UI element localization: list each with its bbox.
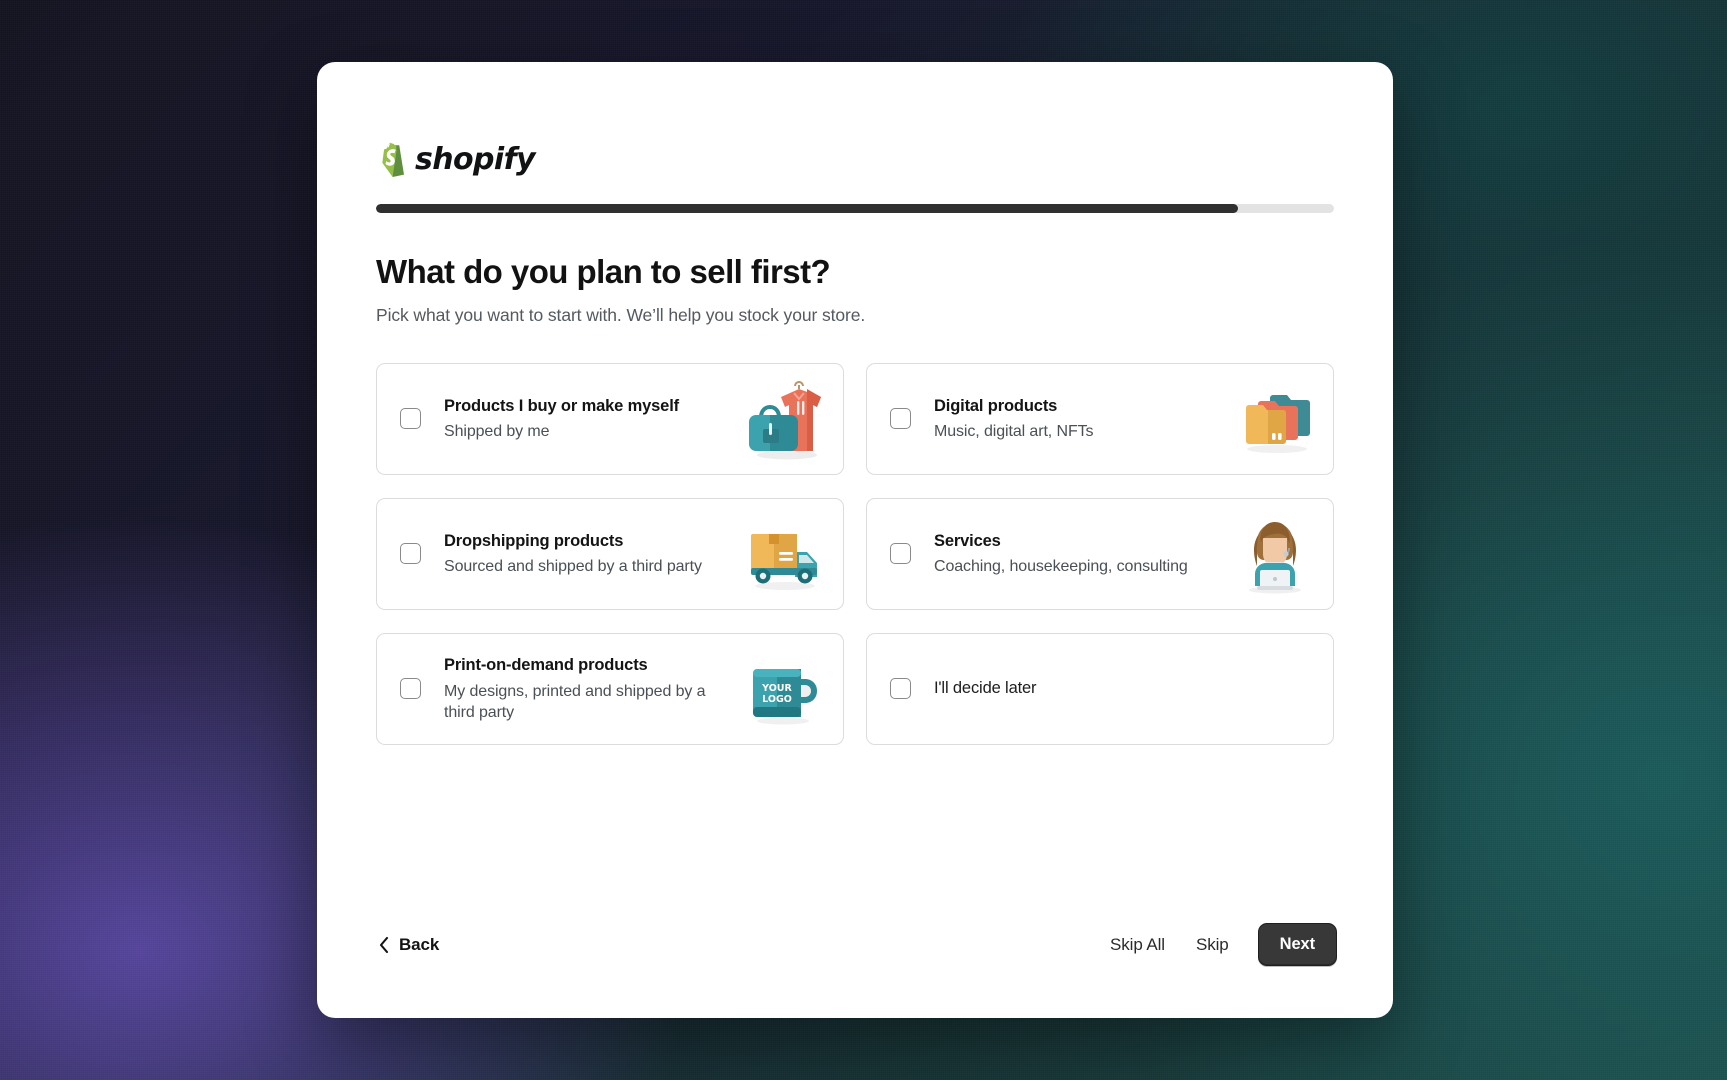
delivery-truck-icon [737,506,833,602]
mug-logo-line2: LOGO [762,694,792,705]
checkbox-products-i-buy-or-make-myself[interactable] [400,408,421,430]
checkbox-dropshipping-products[interactable] [400,543,421,565]
option-text-block: Print-on-demand products My designs, pri… [444,655,737,723]
folders-icon [1227,371,1323,467]
option-card-digital-products[interactable]: Digital products Music, digital art, NFT… [866,362,1334,475]
option-title: Digital products [934,396,1058,415]
option-card-services[interactable]: Services Coaching, housekeeping, consult… [866,497,1334,610]
checkbox-services[interactable] [890,543,911,565]
option-text-block: Digital products Music, digital art, NFT… [934,396,1227,443]
shopify-logo: shopify [376,138,1337,180]
back-button[interactable]: Back [376,929,441,961]
skip-all-button[interactable]: Skip All [1108,929,1167,961]
option-text-block: Services Coaching, housekeeping, consult… [934,531,1227,578]
option-description: Sourced and shipped by a third party [444,558,702,576]
option-title: Dropshipping products [444,531,624,550]
printed-mug-icon: YOUR LOGO [737,641,833,737]
onboarding-progress-bar [376,204,1334,213]
option-title: Products I buy or make myself [444,396,679,415]
checkbox-print-on-demand-products[interactable] [400,678,421,700]
option-text-block: Dropshipping products Sourced and shippe… [444,531,737,578]
support-agent-icon [1227,506,1323,602]
modal-footer: Back Skip All Skip Next [317,923,1393,966]
footer-actions: Skip All Skip Next [1108,923,1337,966]
option-card-products-i-buy-or-make-myself[interactable]: Products I buy or make myself Shipped by… [376,362,844,475]
shopify-wordmark: shopify [415,141,536,177]
option-card-ill-decide-later[interactable]: I'll decide later [866,632,1334,745]
option-title: Print-on-demand products [444,656,648,675]
checkbox-digital-products[interactable] [890,408,911,430]
option-title: Services [934,531,1001,550]
option-description: My designs, printed and shipped by a thi… [444,682,706,721]
option-card-print-on-demand-products[interactable]: Print-on-demand products My designs, pri… [376,632,844,745]
sell-options-grid: Products I buy or make myself Shipped by… [376,362,1334,745]
next-button[interactable]: Next [1257,923,1337,966]
shopify-bag-icon [376,141,406,177]
option-text-block: I'll decide later [934,678,1333,699]
option-card-dropshipping-products[interactable]: Dropshipping products Sourced and shippe… [376,497,844,610]
progress-bar-fill [376,204,1239,213]
option-description: Music, digital art, NFTs [934,423,1094,441]
page-title: What do you plan to sell first? [376,253,831,290]
checkbox-ill-decide-later[interactable] [890,678,911,700]
option-description: Shipped by me [444,423,550,441]
back-button-label: Back [399,934,440,954]
onboarding-modal: shopify What do you plan to sell first? … [317,62,1393,1018]
option-description: Coaching, housekeeping, consulting [934,558,1188,576]
chevron-left-icon [378,936,389,954]
skip-button[interactable]: Skip [1194,929,1231,961]
option-text-block: Products I buy or make myself Shipped by… [444,396,737,443]
bag-and-hoodie-icon [737,371,833,467]
option-title: I'll decide later [934,679,1037,698]
page-subtitle: Pick what you want to start with. We’ll … [376,304,866,325]
mug-logo-line1: YOUR [761,683,792,694]
